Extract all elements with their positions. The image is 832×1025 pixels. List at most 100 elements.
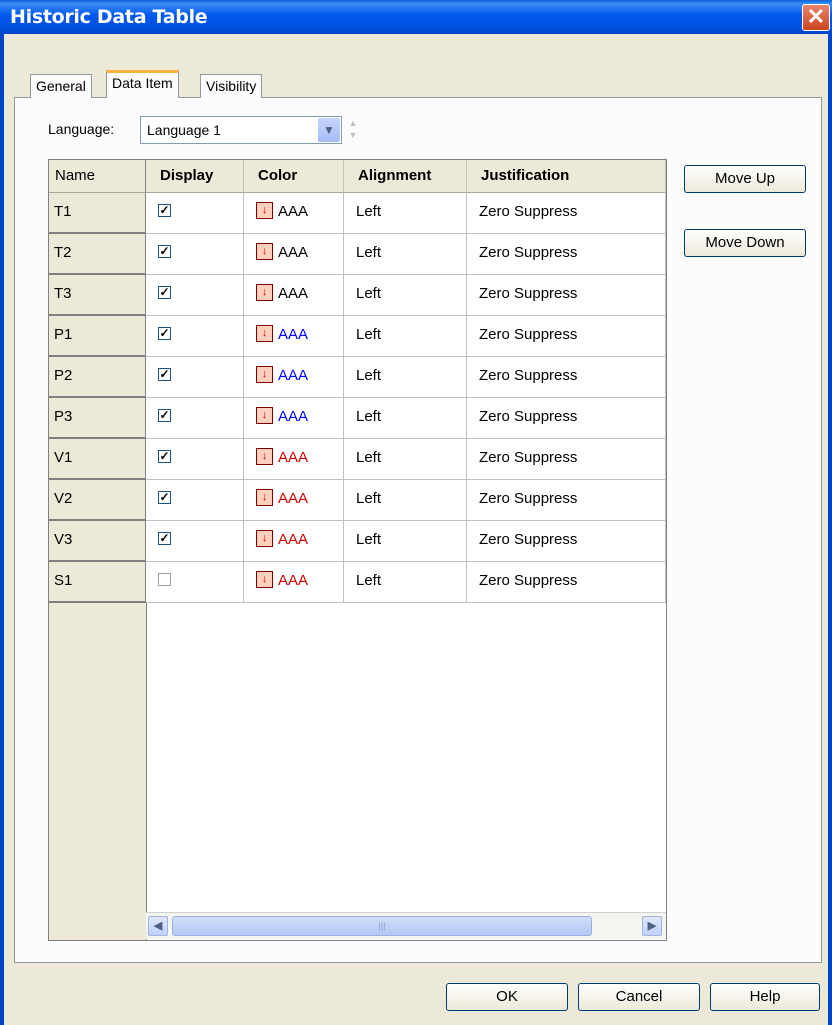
alignment-cell[interactable]: Left bbox=[344, 357, 467, 398]
color-cell[interactable]: ↓ AAA bbox=[244, 521, 344, 562]
color-sample-text: AAA bbox=[278, 572, 309, 589]
arrow-right-icon[interactable]: ▶ bbox=[642, 916, 662, 936]
color-cell[interactable]: ↓ AAA bbox=[244, 193, 344, 234]
display-checkbox[interactable]: ✓ bbox=[158, 326, 171, 340]
display-checkbox[interactable]: ✓ bbox=[158, 490, 171, 504]
tab-data-item[interactable]: Data Item bbox=[106, 70, 179, 98]
color-cell[interactable]: ↓ AAA bbox=[244, 234, 344, 275]
color-cell[interactable]: ↓ AAA bbox=[244, 480, 344, 521]
color-picker-icon[interactable]: ↓ bbox=[256, 242, 273, 260]
color-cell[interactable]: ↓ AAA bbox=[244, 275, 344, 316]
display-cell[interactable]: ✓ bbox=[146, 234, 244, 275]
move-down-button[interactable]: Move Down bbox=[684, 229, 806, 257]
row-header[interactable]: P2 bbox=[49, 357, 146, 398]
help-button[interactable]: Help bbox=[710, 983, 820, 1011]
justification-cell[interactable]: Zero Suppress bbox=[467, 193, 666, 234]
justification-cell[interactable]: Zero Suppress bbox=[467, 357, 666, 398]
move-up-button[interactable]: Move Up bbox=[684, 165, 806, 193]
color-picker-icon[interactable]: ↓ bbox=[256, 365, 273, 383]
data-item-grid: Name Display Color Alignment Justificati… bbox=[48, 159, 667, 941]
row-header[interactable]: V3 bbox=[49, 521, 146, 562]
display-checkbox[interactable]: ✓ bbox=[158, 531, 171, 545]
alignment-cell[interactable]: Left bbox=[344, 316, 467, 357]
color-cell[interactable]: ↓ AAA bbox=[244, 357, 344, 398]
display-cell[interactable]: ✓ bbox=[146, 316, 244, 357]
display-cell[interactable]: ✓ bbox=[146, 439, 244, 480]
display-cell[interactable] bbox=[146, 562, 244, 603]
row-header[interactable]: S1 bbox=[49, 562, 146, 603]
row-header[interactable]: V1 bbox=[49, 439, 146, 480]
spin-down-icon[interactable]: ▼ bbox=[346, 129, 360, 141]
row-header[interactable]: P1 bbox=[49, 316, 146, 357]
language-spinner[interactable]: ▲ ▼ bbox=[346, 117, 360, 143]
color-picker-icon[interactable]: ↓ bbox=[256, 201, 273, 219]
scrollbar-thumb[interactable]: ||| bbox=[172, 916, 592, 936]
justification-cell[interactable]: Zero Suppress bbox=[467, 439, 666, 480]
color-picker-icon[interactable]: ↓ bbox=[256, 529, 273, 547]
horizontal-scrollbar[interactable]: ◀ ||| ▶ bbox=[146, 912, 666, 939]
display-checkbox[interactable]: ✓ bbox=[158, 285, 171, 299]
alignment-cell[interactable]: Left bbox=[344, 398, 467, 439]
alignment-cell[interactable]: Left bbox=[344, 521, 467, 562]
color-picker-icon[interactable]: ↓ bbox=[256, 488, 273, 506]
color-picker-icon[interactable]: ↓ bbox=[256, 447, 273, 465]
color-picker-icon[interactable]: ↓ bbox=[256, 283, 273, 301]
justification-cell[interactable]: Zero Suppress bbox=[467, 480, 666, 521]
alignment-cell[interactable]: Left bbox=[344, 562, 467, 603]
display-cell[interactable]: ✓ bbox=[146, 521, 244, 562]
header-display[interactable]: Display bbox=[146, 160, 244, 193]
display-cell[interactable]: ✓ bbox=[146, 193, 244, 234]
color-picker-icon[interactable]: ↓ bbox=[256, 406, 273, 424]
display-checkbox[interactable]: ✓ bbox=[158, 203, 171, 217]
alignment-cell[interactable]: Left bbox=[344, 275, 467, 316]
title-bar: Historic Data Table ✕ bbox=[0, 0, 832, 34]
header-justification[interactable]: Justification bbox=[467, 160, 666, 193]
display-cell[interactable]: ✓ bbox=[146, 398, 244, 439]
row-header[interactable]: T1 bbox=[49, 193, 146, 234]
alignment-cell[interactable]: Left bbox=[344, 193, 467, 234]
color-cell[interactable]: ↓ AAA bbox=[244, 316, 344, 357]
color-cell[interactable]: ↓ AAA bbox=[244, 398, 344, 439]
color-picker-icon[interactable]: ↓ bbox=[256, 570, 273, 588]
color-cell[interactable]: ↓ AAA bbox=[244, 439, 344, 480]
chevron-down-icon[interactable]: ▼ bbox=[318, 118, 340, 142]
display-checkbox[interactable] bbox=[158, 572, 171, 586]
header-alignment[interactable]: Alignment bbox=[344, 160, 467, 193]
row-header[interactable]: T2 bbox=[49, 234, 146, 275]
tab-general[interactable]: General bbox=[30, 74, 92, 98]
display-cell[interactable]: ✓ bbox=[146, 275, 244, 316]
alignment-cell[interactable]: Left bbox=[344, 480, 467, 521]
ok-button[interactable]: OK bbox=[446, 983, 568, 1011]
justification-cell[interactable]: Zero Suppress bbox=[467, 398, 666, 439]
arrow-left-icon[interactable]: ◀ bbox=[148, 916, 168, 936]
spin-up-icon[interactable]: ▲ bbox=[346, 117, 360, 129]
justification-cell[interactable]: Zero Suppress bbox=[467, 275, 666, 316]
header-color[interactable]: Color bbox=[244, 160, 344, 193]
display-checkbox[interactable]: ✓ bbox=[158, 244, 171, 258]
justification-cell[interactable]: Zero Suppress bbox=[467, 316, 666, 357]
color-picker-icon[interactable]: ↓ bbox=[256, 324, 273, 342]
color-sample-text: AAA bbox=[278, 367, 309, 384]
row-header[interactable]: T3 bbox=[49, 275, 146, 316]
color-sample-text: AAA bbox=[278, 244, 309, 261]
display-checkbox[interactable]: ✓ bbox=[158, 449, 171, 463]
tab-visibility[interactable]: Visibility bbox=[200, 74, 263, 98]
close-button[interactable]: ✕ bbox=[802, 4, 830, 31]
alignment-cell[interactable]: Left bbox=[344, 234, 467, 275]
alignment-cell[interactable]: Left bbox=[344, 439, 467, 480]
display-checkbox[interactable]: ✓ bbox=[158, 408, 171, 422]
color-sample-text: AAA bbox=[278, 408, 309, 425]
justification-cell[interactable]: Zero Suppress bbox=[467, 521, 666, 562]
display-checkbox[interactable]: ✓ bbox=[158, 367, 171, 381]
language-select[interactable]: Language 1 ▼ bbox=[140, 116, 342, 144]
cancel-button[interactable]: Cancel bbox=[578, 983, 700, 1011]
color-sample-text: AAA bbox=[278, 449, 309, 466]
display-cell[interactable]: ✓ bbox=[146, 480, 244, 521]
row-header[interactable]: V2 bbox=[49, 480, 146, 521]
color-cell[interactable]: ↓ AAA bbox=[244, 562, 344, 603]
justification-cell[interactable]: Zero Suppress bbox=[467, 562, 666, 603]
display-cell[interactable]: ✓ bbox=[146, 357, 244, 398]
header-name[interactable]: Name bbox=[49, 160, 146, 193]
justification-cell[interactable]: Zero Suppress bbox=[467, 234, 666, 275]
row-header[interactable]: P3 bbox=[49, 398, 146, 439]
